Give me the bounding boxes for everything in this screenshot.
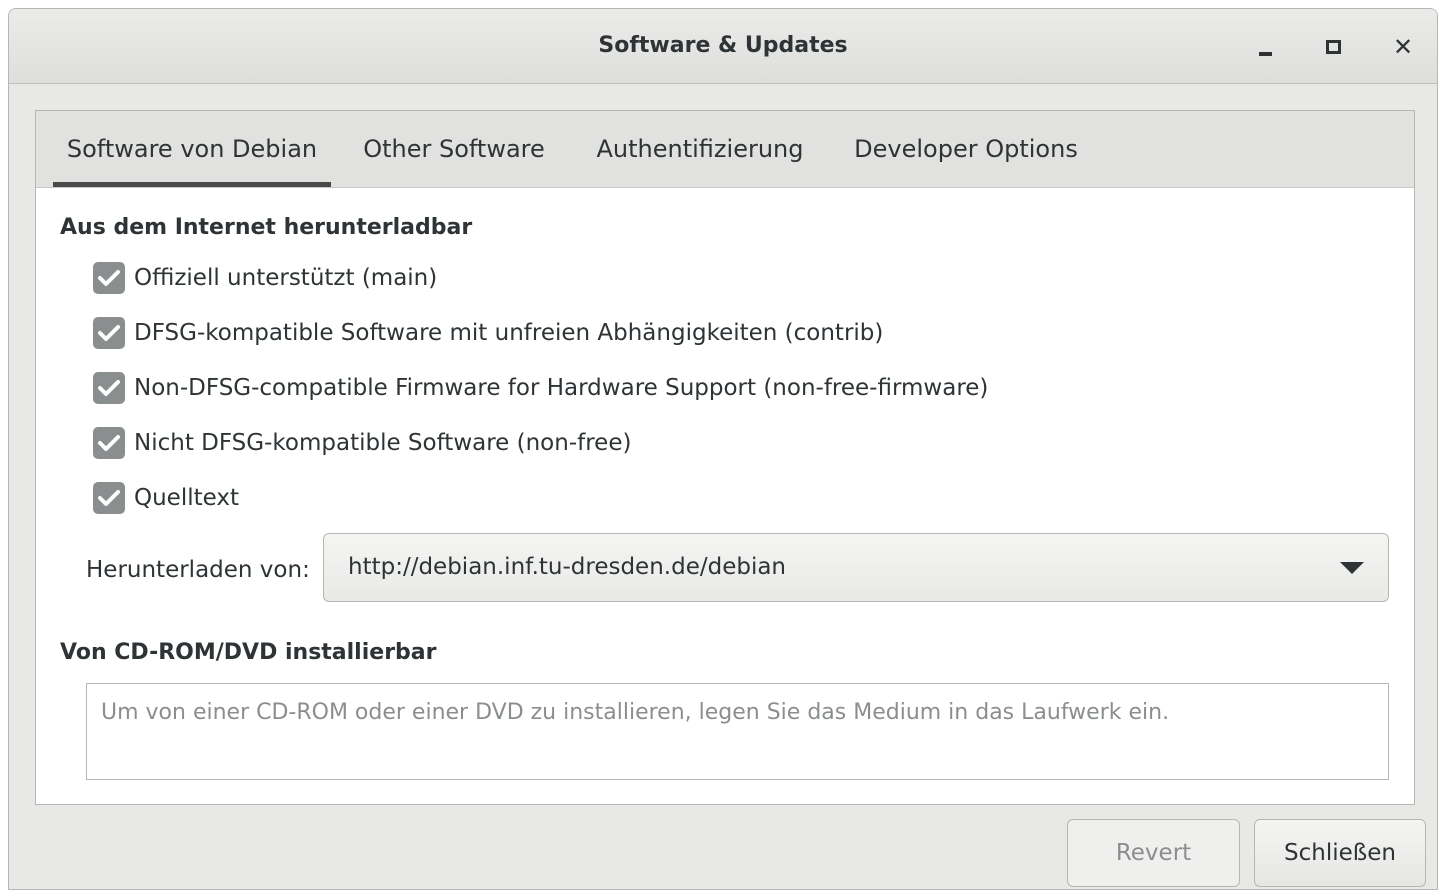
checkbox-source-code-label: Quelltext [134,485,240,511]
revert-button[interactable]: Revert [1067,819,1240,887]
checkbox-non-free[interactable]: Nicht DFSG-kompatible Software (non-free… [93,426,631,460]
internet-section-heading: Aus dem Internet herunterladbar [60,215,473,240]
checkmark-icon[interactable] [93,262,125,294]
checkbox-non-free-firmware-label: Non-DFSG-compatible Firmware for Hardwar… [134,375,989,401]
cdrom-section-heading: Von CD-ROM/DVD installierbar [60,640,437,665]
checkbox-contrib-label: DFSG-kompatible Software mit unfreien Ab… [134,320,884,346]
checkbox-non-free-firmware[interactable]: Non-DFSG-compatible Firmware for Hardwar… [93,371,988,405]
tab-bar: Software von Debian Other Software Authe… [36,111,1414,188]
minimize-button[interactable] [1247,29,1283,65]
checkbox-main[interactable]: Offiziell unterstützt (main) [93,261,437,295]
tab-authentifizierung[interactable]: Authentifizierung [585,111,815,187]
tab-software-von-debian[interactable]: Software von Debian [53,111,331,187]
window-title: Software & Updates [598,33,848,58]
close-button[interactable]: Schließen [1254,819,1426,887]
cdrom-hint: Um von einer CD-ROM oder einer DVD zu in… [101,700,1170,725]
tab-other-software[interactable]: Other Software [351,111,557,187]
download-server-dropdown[interactable]: http://debian.inf.tu-dresden.de/debian [323,533,1389,602]
checkmark-icon[interactable] [93,372,125,404]
checkbox-contrib[interactable]: DFSG-kompatible Software mit unfreien Ab… [93,316,883,350]
download-from-label: Herunterladen von: [86,557,310,583]
cdrom-list[interactable]: Um von einer CD-ROM oder einer DVD zu in… [86,683,1389,780]
close-icon: ✕ [1392,33,1414,61]
checkmark-icon[interactable] [93,427,125,459]
tab-developer-options[interactable]: Developer Options [842,111,1090,187]
close-window-button[interactable]: ✕ [1385,29,1421,65]
minimize-icon [1258,52,1272,56]
chevron-down-icon [1340,562,1364,574]
download-server-value: http://debian.inf.tu-dresden.de/debian [348,554,787,580]
maximize-button[interactable] [1315,29,1351,65]
checkbox-source-code[interactable]: Quelltext [93,481,239,515]
checkbox-non-free-label: Nicht DFSG-kompatible Software (non-free… [134,430,632,456]
checkbox-main-label: Offiziell unterstützt (main) [134,265,438,291]
notebook: Software von Debian Other Software Authe… [35,110,1415,805]
checkmark-icon[interactable] [93,317,125,349]
maximize-icon [1325,40,1341,54]
checkmark-icon[interactable] [93,482,125,514]
title-bar: Software & Updates ✕ [9,9,1437,84]
software-updates-window: Software & Updates ✕ Software von Debian… [8,8,1438,890]
